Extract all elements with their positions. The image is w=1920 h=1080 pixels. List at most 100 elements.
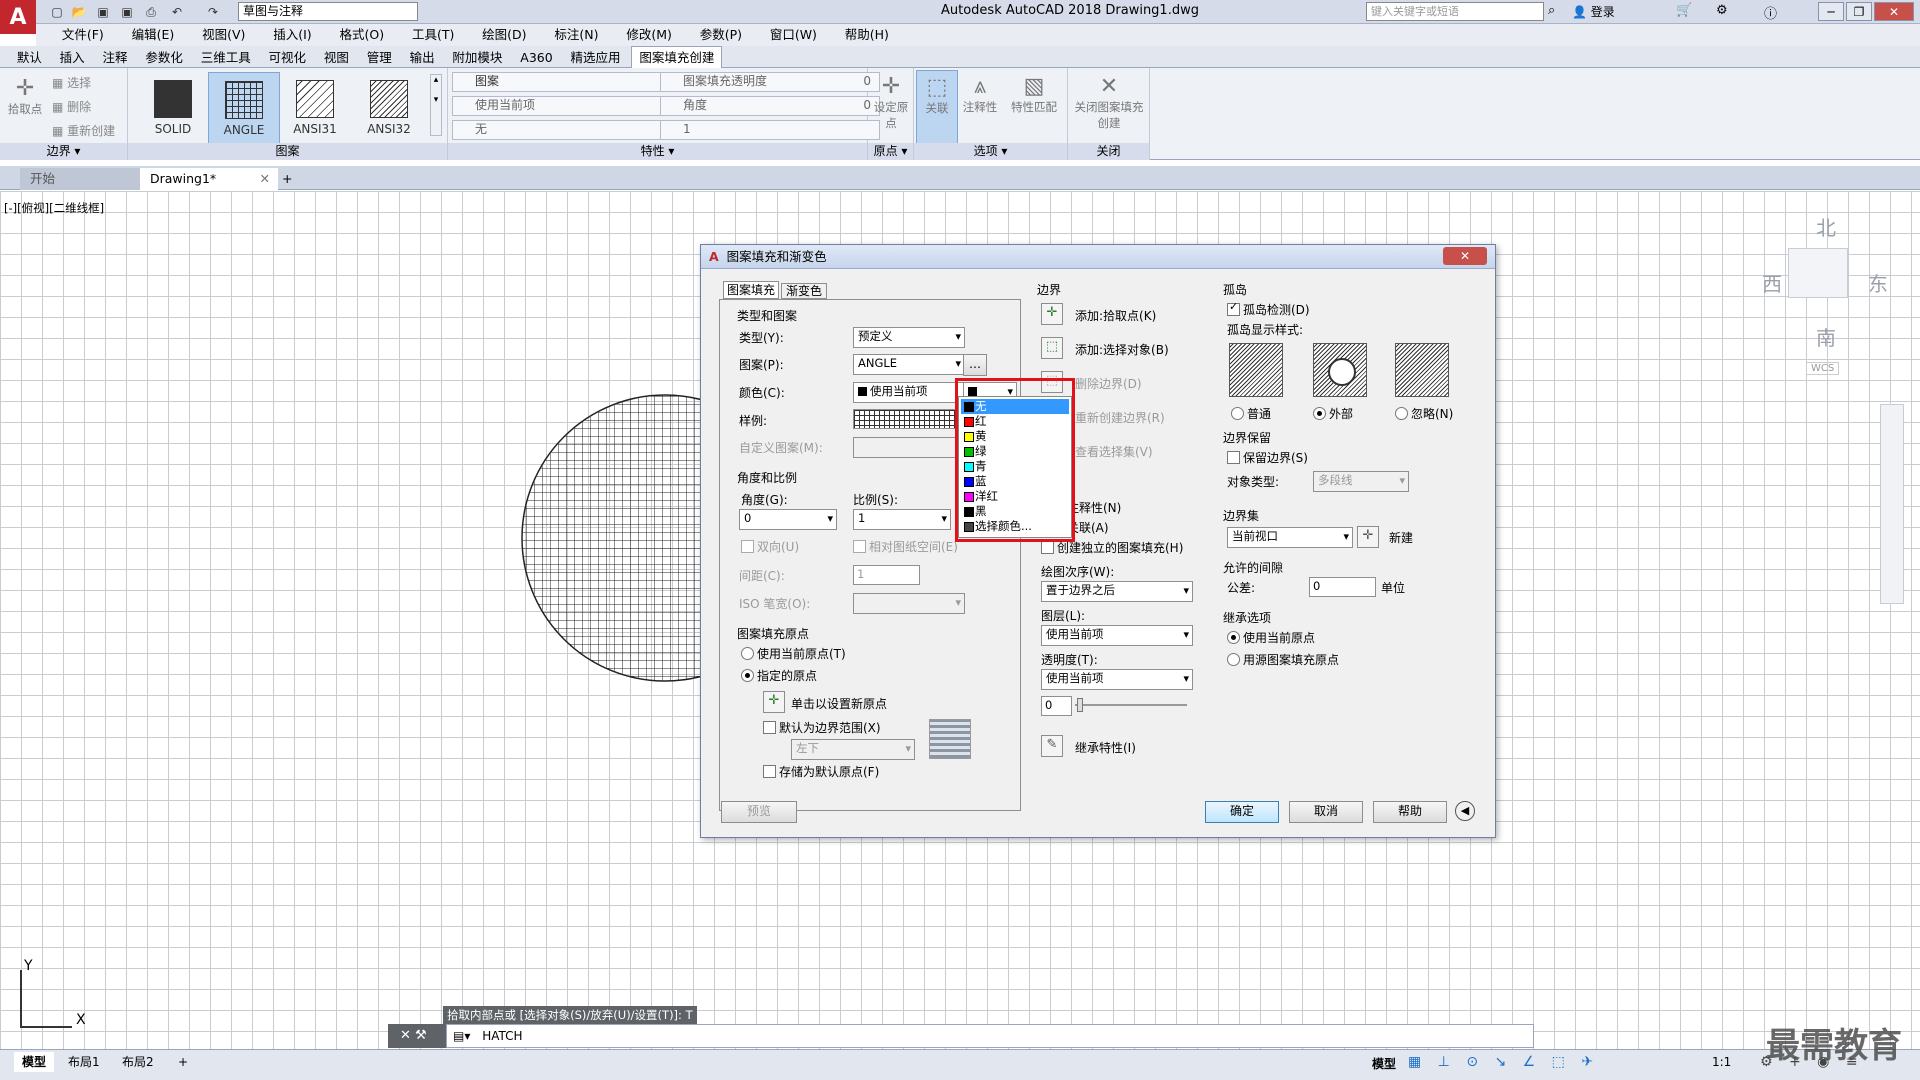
background-color-select[interactable]: 无 xyxy=(452,120,676,140)
tab-close-icon[interactable]: ✕ xyxy=(260,168,270,190)
hatch-type-select[interactable]: 图案 xyxy=(452,72,676,92)
tab-parametric[interactable]: 参数化 xyxy=(138,47,190,69)
status-tools-icons[interactable]: ▦ ⊥ ⊙ ↘ ∠ ⬚ ✈ xyxy=(1408,1054,1599,1070)
minimize-icon[interactable]: ─ xyxy=(1818,2,1844,21)
autocad-logo-icon[interactable]: A xyxy=(0,0,36,34)
menu-modify[interactable]: 修改(M) xyxy=(614,24,684,46)
sample-preview[interactable] xyxy=(853,409,961,429)
close-hatch-creation-button[interactable]: ✕ 关闭图案填充创建 xyxy=(1070,74,1148,131)
command-input[interactable]: HATCH xyxy=(482,1029,522,1043)
tab-hatch-creation[interactable]: 图案填充创建 xyxy=(631,46,723,69)
tab-view[interactable]: 视图 xyxy=(317,47,356,69)
restore-icon[interactable]: ❐ xyxy=(1846,2,1872,21)
ok-button[interactable]: 确定 xyxy=(1205,801,1279,823)
double-checkbox[interactable] xyxy=(741,540,754,553)
inherit-source-origin-radio[interactable] xyxy=(1227,653,1240,666)
menu-file[interactable]: 文件(F) xyxy=(50,24,116,46)
add-pick-points-label[interactable]: 添加:拾取点(K) xyxy=(1075,307,1156,324)
dialog-close-icon[interactable]: ✕ xyxy=(1443,247,1487,265)
new-boundary-set-icon[interactable]: ✛ xyxy=(1357,526,1379,548)
redo-icon[interactable]: ↷ xyxy=(204,3,222,21)
layer-select[interactable]: 使用当前项 xyxy=(1041,625,1193,646)
tab-hatch[interactable]: 图案填充 xyxy=(723,281,779,299)
annotative-option-label[interactable]: 注释性(N) xyxy=(1067,499,1121,516)
tab-featured-apps[interactable]: 精选应用 xyxy=(564,47,628,69)
command-line[interactable]: ▤▾ HATCH xyxy=(446,1024,1534,1048)
tab-a360[interactable]: A360 xyxy=(513,47,559,69)
tab-model[interactable]: 模型 xyxy=(14,1052,55,1072)
pick-points-button[interactable]: ✛ 拾取点 xyxy=(4,76,46,117)
specified-origin-radio[interactable] xyxy=(741,669,754,682)
add-select-objects-label[interactable]: 添加:选择对象(B) xyxy=(1075,341,1169,358)
draw-order-select[interactable]: 置于边界之后 xyxy=(1041,581,1193,602)
view-selection-label[interactable]: 查看选择集(V) xyxy=(1075,443,1153,460)
set-origin-button[interactable]: ✛ 设定原点 xyxy=(870,74,912,131)
inherit-properties-label[interactable]: 继承特性(I) xyxy=(1075,739,1136,756)
help-icon[interactable]: ⓘ xyxy=(1764,3,1777,22)
panel-boundary-title[interactable]: 边界 ▾ xyxy=(0,143,127,160)
undo-icon[interactable]: ↶ xyxy=(168,3,186,21)
remove-boundary-label[interactable]: 删除边界(D) xyxy=(1075,375,1142,392)
model-space-button[interactable]: 模型 xyxy=(1372,1055,1396,1072)
help-button[interactable]: 帮助 xyxy=(1373,801,1447,823)
menu-tools[interactable]: 工具(T) xyxy=(400,24,466,46)
remove-button[interactable]: ▦ 删除 xyxy=(52,98,91,115)
inherit-current-origin-radio[interactable] xyxy=(1227,631,1240,644)
tab-insert[interactable]: 插入 xyxy=(53,47,92,69)
pattern-scroll[interactable]: ▴ ▾ xyxy=(430,74,442,136)
new-boundary-set-label[interactable]: 新建 xyxy=(1389,529,1413,546)
tab-start[interactable]: 开始 xyxy=(20,168,140,190)
print-icon[interactable]: ⎙ xyxy=(142,3,160,21)
hatched-circle[interactable] xyxy=(510,388,710,690)
menu-parametric[interactable]: 参数(P) xyxy=(688,24,754,46)
match-properties-button[interactable]: ▧ 特性匹配 xyxy=(1006,74,1062,115)
new-file-icon[interactable]: ▢ xyxy=(48,3,66,21)
annotative-button[interactable]: ⩓ 注释性 xyxy=(960,74,1000,115)
menu-draw[interactable]: 绘图(D) xyxy=(470,24,538,46)
tab-3d-tools[interactable]: 三维工具 xyxy=(194,47,258,69)
use-current-origin-radio[interactable] xyxy=(741,647,754,660)
open-file-icon[interactable]: 📂 xyxy=(70,3,88,21)
island-outer-radio[interactable] xyxy=(1313,407,1326,420)
relative-paper-checkbox[interactable] xyxy=(853,540,866,553)
retain-boundary-checkbox[interactable] xyxy=(1227,451,1240,464)
command-close-icon[interactable]: ✕ ⚒ xyxy=(388,1024,446,1048)
island-ignore-radio[interactable] xyxy=(1395,407,1408,420)
create-separate-checkbox[interactable] xyxy=(1041,541,1054,554)
pattern-select[interactable]: ANGLE xyxy=(853,354,965,375)
add-pick-points-icon[interactable]: ✛ xyxy=(1041,303,1063,325)
island-detect-checkbox[interactable]: ✓ xyxy=(1227,300,1240,316)
save-as-icon[interactable]: ▣ xyxy=(118,3,136,21)
viewcube[interactable] xyxy=(1788,248,1848,298)
tab-annotate[interactable]: 注释 xyxy=(96,47,135,69)
island-ignore-icon[interactable] xyxy=(1395,343,1449,397)
hatch-color-select[interactable]: 使用当前项 xyxy=(452,96,676,116)
pattern-ansi32[interactable]: ANSI32 xyxy=(354,72,424,146)
associative-button[interactable]: ⬚ 关联 xyxy=(916,70,958,144)
login-button[interactable]: 👤 登录 xyxy=(1572,3,1615,20)
recreate-button[interactable]: ▦ 重新创建 xyxy=(52,122,115,139)
collapse-arrow-icon[interactable]: ◀ xyxy=(1455,801,1475,821)
type-select[interactable]: 预定义 xyxy=(853,327,965,348)
cancel-button[interactable]: 取消 xyxy=(1289,801,1363,823)
menu-help[interactable]: 帮助(H) xyxy=(833,24,901,46)
menu-view[interactable]: 视图(V) xyxy=(190,24,257,46)
tab-addins[interactable]: 附加模块 xyxy=(445,47,509,69)
boundary-set-select[interactable]: 当前视口 xyxy=(1227,527,1353,548)
tab-output[interactable]: 输出 xyxy=(403,47,442,69)
compass-east[interactable]: 东 xyxy=(1868,268,1888,297)
dialog-title-bar[interactable]: A 图案填充和渐变色 xyxy=(701,245,1495,269)
store-default-checkbox[interactable] xyxy=(763,765,776,778)
tab-layout1[interactable]: 布局1 xyxy=(60,1052,108,1072)
object-type-select[interactable]: 多段线 xyxy=(1313,471,1409,492)
tab-manage[interactable]: 管理 xyxy=(360,47,399,69)
select-button[interactable]: ▦ 选择 xyxy=(52,74,91,91)
binoculars-icon[interactable]: ⌕ xyxy=(1548,3,1555,18)
tab-visualize[interactable]: 可视化 xyxy=(262,47,314,69)
menu-format[interactable]: 格式(O) xyxy=(328,24,397,46)
angle-select[interactable]: 0 xyxy=(739,509,837,530)
menu-window[interactable]: 窗口(W) xyxy=(758,24,829,46)
tab-layout2[interactable]: 布局2 xyxy=(114,1052,162,1072)
spacing-input[interactable]: 1 xyxy=(853,565,920,585)
wcs-menu[interactable]: WCS xyxy=(1806,362,1840,375)
